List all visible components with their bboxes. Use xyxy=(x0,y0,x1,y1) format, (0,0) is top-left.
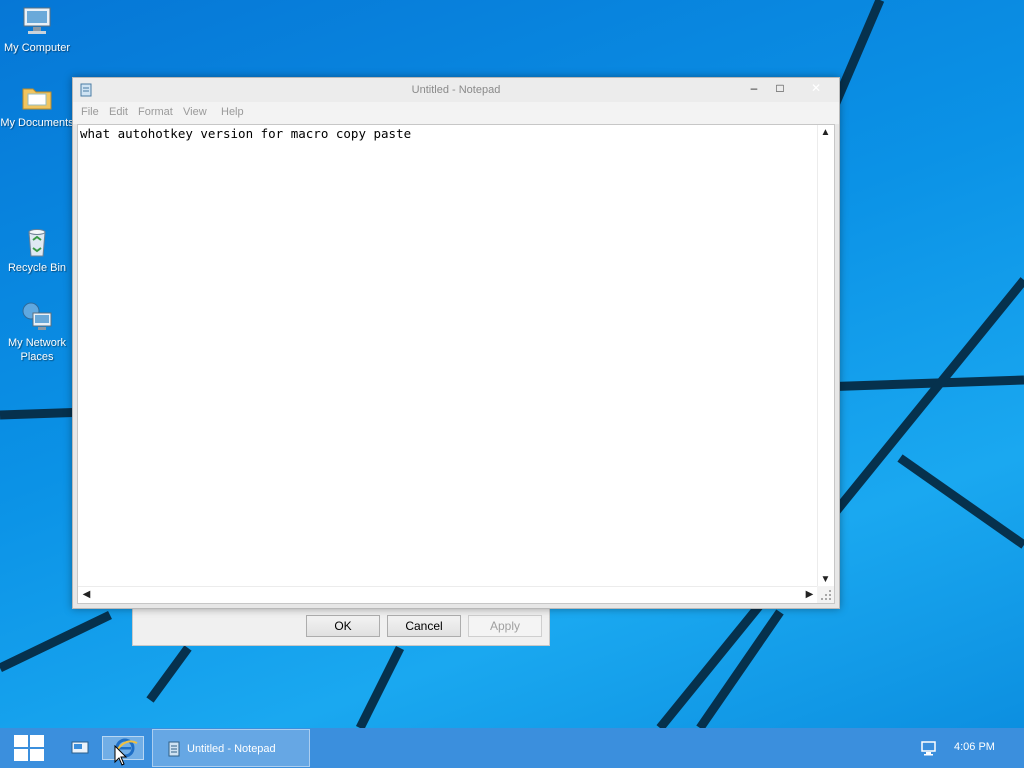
scroll-up-icon[interactable]: ▲ xyxy=(817,127,834,138)
taskbar-item-notepad[interactable]: Untitled - Notepad xyxy=(152,729,310,767)
minimize-button[interactable]: – xyxy=(741,78,767,98)
ok-button[interactable]: OK xyxy=(306,615,380,637)
menu-edit[interactable]: Edit xyxy=(109,106,128,118)
desktop-icon-my-documents[interactable]: My Documents xyxy=(0,81,74,130)
folder-icon xyxy=(22,88,52,110)
menu-format[interactable]: Format xyxy=(138,106,173,118)
title-bar[interactable]: Untitled - Notepad – □ ✕ xyxy=(73,78,839,102)
scroll-down-icon[interactable]: ▼ xyxy=(817,574,834,585)
mouse-cursor-icon xyxy=(114,745,128,766)
computer-icon xyxy=(23,7,51,34)
apply-button[interactable]: Apply xyxy=(468,615,542,637)
windows-start-icon[interactable] xyxy=(8,732,50,764)
horizontal-scrollbar[interactable]: ◀ ▶ xyxy=(78,586,818,603)
vertical-scrollbar[interactable]: ▲ ▼ xyxy=(817,125,834,587)
editor-content[interactable]: what autohotkey version for macro copy p… xyxy=(80,126,411,141)
menu-view[interactable]: View xyxy=(183,106,207,118)
cancel-button[interactable]: Cancel xyxy=(387,615,461,637)
desktop-icon-my-computer[interactable]: My Computer xyxy=(0,6,74,55)
close-button[interactable]: ✕ xyxy=(793,78,839,98)
menu-bar: File Edit Format View Help xyxy=(73,102,839,124)
desktop-icon-recycle-bin[interactable]: Recycle Bin xyxy=(0,226,74,275)
network-tray-icon[interactable] xyxy=(920,739,938,757)
menu-help[interactable]: Help xyxy=(221,106,244,118)
notepad-icon xyxy=(168,741,180,757)
window-title: Untitled - Notepad xyxy=(411,84,501,96)
notepad-window: Untitled - Notepad – □ ✕ File Edit Forma… xyxy=(72,77,840,609)
scroll-right-icon[interactable]: ▶ xyxy=(801,589,818,600)
network-icon xyxy=(22,302,52,330)
desktop-icon-network-places[interactable]: My Network Places xyxy=(0,301,74,364)
taskbar: Untitled - Notepad 4:06 PM xyxy=(0,728,1024,768)
desktop-icon-label: Recycle Bin xyxy=(7,262,67,274)
menu-file[interactable]: File xyxy=(81,106,99,118)
maximize-button[interactable]: □ xyxy=(767,78,793,98)
resize-grip-icon[interactable] xyxy=(817,586,834,603)
scroll-left-icon[interactable]: ◀ xyxy=(78,589,95,600)
desktop-icon-label: My Network Places xyxy=(7,337,67,363)
show-desktop-icon[interactable] xyxy=(70,738,90,758)
recycle-bin-icon xyxy=(28,229,46,257)
clock[interactable]: 4:06 PM xyxy=(954,741,995,753)
desktop-icon-label: My Documents xyxy=(0,117,74,129)
text-editor[interactable]: what autohotkey version for macro copy p… xyxy=(77,124,835,604)
desktop-icon-label: My Computer xyxy=(3,42,71,54)
taskbar-item-label: Untitled - Notepad xyxy=(187,743,276,755)
